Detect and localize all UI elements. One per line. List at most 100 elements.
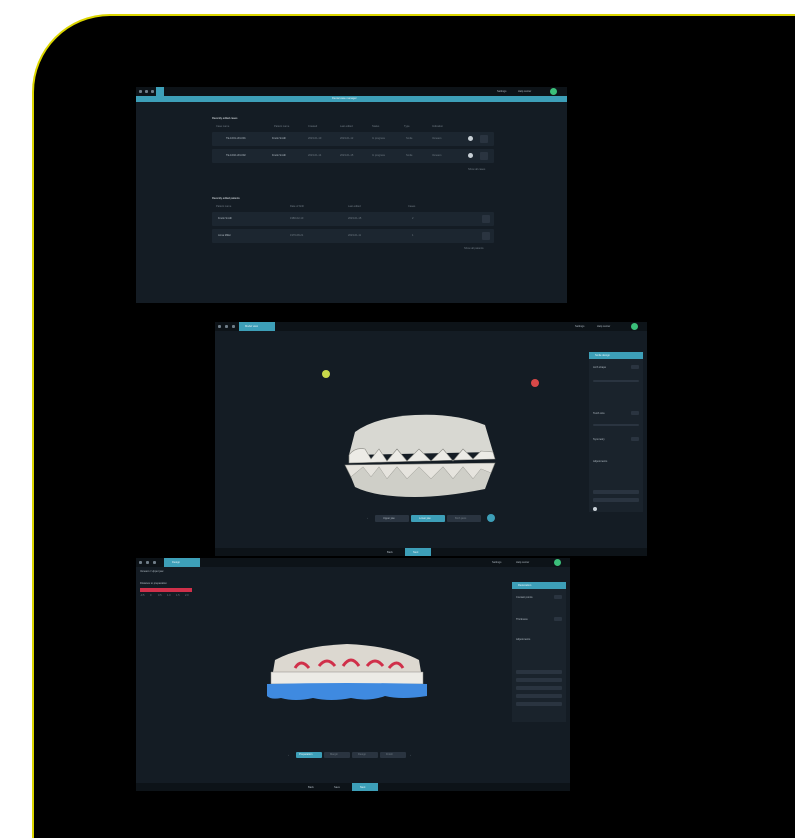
col-patient-name: Patient name [216,205,232,208]
panel-header: Restoration [512,582,566,589]
home-icon[interactable] [139,90,142,93]
tab-design[interactable]: Design [164,558,200,567]
header-settings[interactable]: Settings [492,561,501,564]
user-avatar[interactable] [631,323,638,330]
show-all-cases-link[interactable]: Show all cases [468,168,485,171]
col-last-edited: Last edited [348,205,361,208]
cell-patient: Anna Miller [218,234,231,237]
forward-icon[interactable] [153,561,156,564]
tooth-size-toggle[interactable] [631,411,639,415]
back-icon[interactable] [225,325,228,328]
header-settings[interactable]: Settings [497,90,506,93]
active-tab[interactable] [156,87,164,96]
back-button[interactable]: Back [308,786,314,789]
tab-finish[interactable]: Finish [380,752,406,758]
confirm-icon[interactable] [487,514,495,522]
home-icon[interactable] [218,325,221,328]
back-icon[interactable] [145,90,148,93]
symmetry-toggle[interactable] [631,437,639,441]
orientation-marker-red[interactable] [531,379,539,387]
user-avatar[interactable] [554,559,561,566]
table-row[interactable]: TE-1002-UN-002 Frank Smith 2023-01-14 20… [212,149,494,163]
next-button[interactable]: Next [352,783,378,791]
adjust-input-5[interactable] [516,702,562,706]
user-avatar[interactable] [550,88,557,95]
apply-icon[interactable] [593,507,597,511]
next-button[interactable]: Next [405,548,431,556]
row-menu-icon[interactable] [482,215,490,223]
jaw-model-3d[interactable] [335,407,505,502]
tab-label: Design [358,753,367,756]
arch-shape-slider[interactable] [593,380,639,382]
header-help[interactable]: Help center [597,325,610,328]
thickness-toggle[interactable] [554,617,562,621]
tab-preparation[interactable]: Preparation [296,752,322,758]
prev-icon[interactable]: ‹ [288,754,289,757]
legend-title: Distance to preparation [140,582,167,585]
legend-tick: 2.0 [185,594,189,597]
arch-shape-toggle[interactable] [631,365,639,369]
title-bar: Dental case manager [136,96,567,102]
prev-icon[interactable]: ‹ [367,517,368,520]
tab-margin[interactable]: Margin [324,752,350,758]
panel-title: Restoration [518,584,532,587]
tab-label: Model view [245,325,258,328]
save-button[interactable]: Save [334,786,340,789]
col-status: Status [372,125,380,128]
header-help[interactable]: Help center [516,561,529,564]
adjust-input-1[interactable] [593,490,639,494]
header-settings[interactable]: Settings [575,325,584,328]
show-all-patients-link[interactable]: Show all patients [464,247,484,250]
cell-dob: 1980-02-10 [290,217,304,220]
tab-design-step[interactable]: Design [352,752,378,758]
table-row[interactable]: Anna Miller 1976-08-21 2023-01-11 1 [212,229,494,243]
tab-upper-jaw[interactable]: Upper jaw [375,515,409,522]
row-menu-icon[interactable] [482,232,490,240]
forward-icon[interactable] [232,325,235,328]
tab-lower-jaw[interactable]: Lower jaw [411,515,445,522]
veneer-model-3d[interactable] [261,638,433,708]
adjust-input-2[interactable] [516,678,562,682]
home-icon[interactable] [139,561,142,564]
footer-bar: Back Next [215,548,647,556]
row-menu-icon[interactable] [480,135,488,143]
adjust-input-1[interactable] [516,670,562,674]
tooth-bases [267,683,427,700]
tab-both-jaws[interactable]: Both jaws [447,515,481,522]
back-button[interactable]: Back [387,551,393,554]
case-avatar-icon [468,136,473,141]
top-toolbar: Model view Settings Help center [215,322,647,331]
col-type: Type [404,125,410,128]
next-icon[interactable]: › [410,754,411,757]
case-avatar-icon [468,153,473,158]
cell-created: 2023-01-14 [308,154,322,157]
tab-model-view[interactable]: Model view [239,322,275,331]
tab-label: Design [172,561,181,564]
back-icon[interactable] [146,561,149,564]
header-help[interactable]: Help center [518,90,531,93]
forward-icon[interactable] [151,90,154,93]
adjust-input-2[interactable] [593,498,639,502]
cell-edited: 2023-01-12 [340,137,354,140]
cell-indication: Veneers [432,154,442,157]
contact-toggle[interactable] [554,595,562,599]
label-symmetry: Symmetry [593,438,605,441]
table-row[interactable]: TE-1001-UN-001 Frank Smith 2023-01-10 20… [212,132,494,146]
orientation-marker-yellow[interactable] [322,370,330,378]
smile-design-panel: Smile design Arch shape Tooth size Symme… [589,352,643,512]
cell-patient: Frank Smith [272,137,286,140]
row-menu-icon[interactable] [480,152,488,160]
panel-title: Smile design [595,354,610,357]
legend-tick: 1.0 [167,594,171,597]
legend-bar [140,588,192,592]
table-row[interactable]: Frank Smith 1980-02-10 2023-01-15 2 [212,212,494,226]
adjust-input-3[interactable] [516,686,562,690]
showcase-card: Settings Help center Dental case manager… [32,14,795,838]
cell-patient: Frank Smith [218,217,232,220]
tab-label: Both jaws [455,517,467,520]
screenshot-design-view: Design Settings Help center Veneers / Up… [136,558,570,791]
cell-status: In progress [372,137,385,140]
adjust-input-4[interactable] [516,694,562,698]
tooth-size-slider[interactable] [593,424,639,426]
cell-patient: Frank Smith [272,154,286,157]
